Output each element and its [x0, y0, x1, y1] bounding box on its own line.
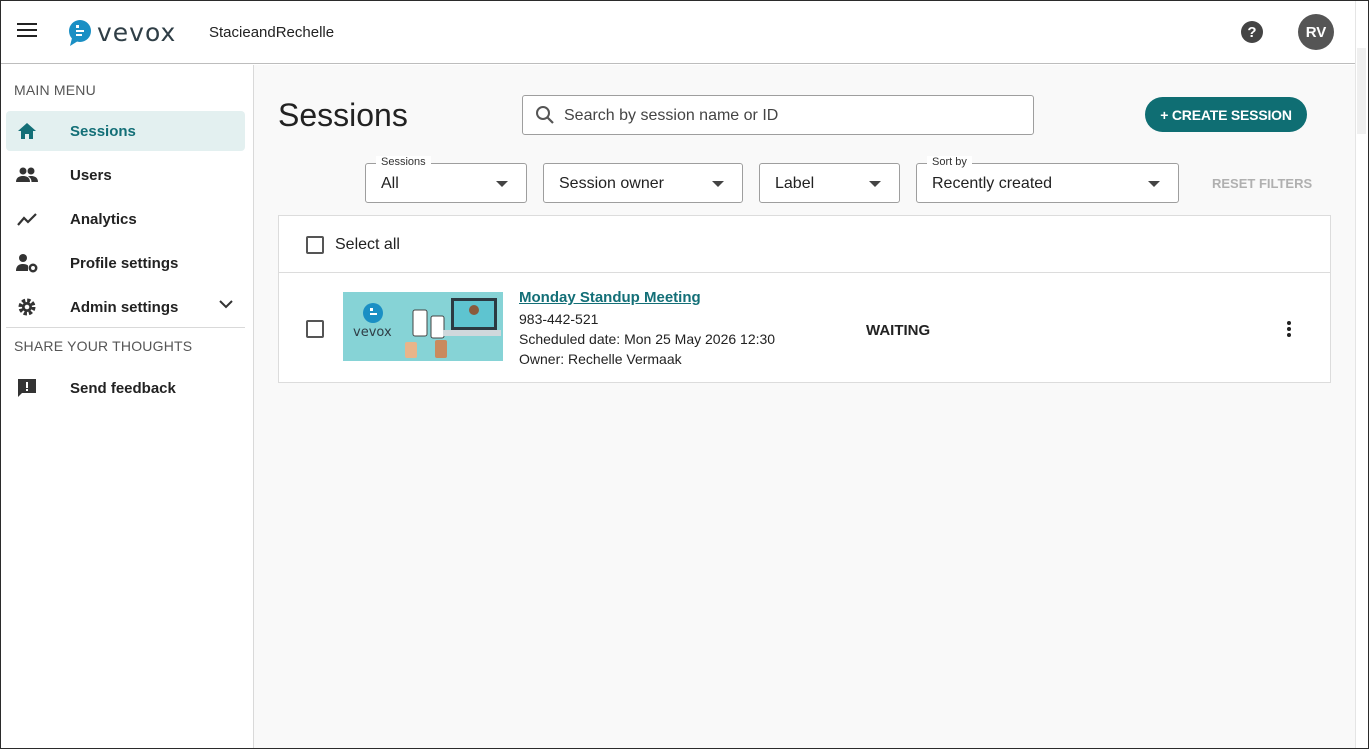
session-thumbnail[interactable]: vevox — [343, 292, 503, 361]
select-all-label: Select all — [335, 236, 400, 253]
dropdown-arrow-icon — [869, 181, 881, 187]
sidebar-item-label: Analytics — [70, 210, 137, 228]
page-title: Sessions — [278, 97, 408, 133]
status-badge: WAITING — [866, 322, 931, 339]
sidebar-item-label: Send feedback — [70, 379, 176, 397]
analytics-icon — [16, 208, 38, 230]
top-header: vevox StacieandRechelle ? RV — [1, 1, 1355, 64]
main-content: Sessions + CREATE SESSION Sessions All S… — [254, 65, 1355, 748]
users-icon — [16, 164, 38, 186]
select-all-checkbox[interactable] — [306, 236, 324, 254]
session-scheduled-date: Scheduled date: Mon 25 May 2026 12:30 — [519, 331, 776, 347]
sidebar-item-analytics[interactable]: Analytics — [6, 199, 245, 239]
gear-icon — [16, 296, 38, 318]
sessions-filter[interactable]: Sessions All — [365, 156, 527, 203]
search-input[interactable] — [564, 105, 1024, 127]
sidebar-item-label: Sessions — [70, 122, 136, 140]
sidebar: MAIN MENU Sessions Users Analytics Profi… — [1, 65, 254, 748]
home-icon — [16, 120, 38, 142]
search-icon — [536, 106, 554, 124]
session-id: 983-442-521 — [519, 311, 599, 327]
sort-by-label: Sort by — [927, 156, 972, 168]
vevox-logo-icon — [69, 19, 91, 46]
sort-by-select[interactable]: Sort by Recently created — [916, 156, 1179, 203]
sidebar-item-admin-settings[interactable]: Admin settings — [6, 287, 245, 327]
thumbnail-wordmark: vevox — [353, 325, 392, 340]
search-box[interactable] — [522, 95, 1034, 135]
vevox-logo[interactable]: vevox — [67, 18, 176, 47]
sidebar-item-label: Admin settings — [70, 298, 179, 316]
help-icon[interactable]: ? — [1241, 21, 1263, 43]
chevron-down-icon[interactable] — [219, 300, 233, 309]
menu-icon[interactable] — [17, 23, 37, 39]
scrollbar-thumb[interactable] — [1357, 48, 1366, 134]
session-list: Select all vevox Monday Standup Meeting … — [278, 215, 1331, 383]
session-owner-filter[interactable]: Session owner — [543, 163, 743, 203]
sessions-filter-label: Sessions — [376, 156, 431, 168]
sidebar-item-sessions[interactable]: Sessions — [6, 111, 245, 151]
session-owner-filter-value: Session owner — [559, 175, 664, 192]
sort-by-value: Recently created — [932, 175, 1053, 192]
sidebar-item-users[interactable]: Users — [6, 155, 245, 195]
select-all-row: Select all — [279, 216, 1330, 273]
profile-settings-icon — [16, 252, 38, 274]
reset-filters-button[interactable]: RESET FILTERS — [1212, 176, 1312, 191]
create-session-button[interactable]: + CREATE SESSION — [1145, 97, 1307, 132]
session-thumbnail-image: vevox — [343, 292, 503, 361]
logo-wordmark: vevox — [97, 18, 177, 47]
share-thoughts-title: SHARE YOUR THOUGHTS — [14, 338, 193, 354]
session-checkbox[interactable] — [306, 320, 324, 338]
sidebar-item-label: Profile settings — [70, 254, 179, 272]
dropdown-arrow-icon — [712, 181, 724, 187]
more-options-icon[interactable] — [1279, 319, 1299, 339]
sidebar-item-profile-settings[interactable]: Profile settings — [6, 243, 245, 283]
sidebar-item-label: Users — [70, 166, 112, 184]
table-row[interactable]: vevox Monday Standup Meeting 983-442-521… — [279, 273, 1330, 382]
sidebar-item-send-feedback[interactable]: Send feedback — [6, 368, 245, 408]
label-filter-value: Label — [775, 175, 815, 192]
avatar[interactable]: RV — [1298, 14, 1334, 50]
session-owner: Owner: Rechelle Vermaak — [519, 351, 682, 367]
dropdown-arrow-icon — [496, 181, 508, 187]
session-title-link[interactable]: Monday Standup Meeting — [519, 289, 701, 306]
organisation-name: StacieandRechelle — [209, 24, 335, 41]
main-menu-title: MAIN MENU — [14, 82, 96, 98]
sessions-filter-value: All — [381, 175, 399, 192]
sidebar-divider — [6, 327, 245, 328]
label-filter[interactable]: Label — [759, 163, 900, 203]
dropdown-arrow-icon — [1148, 181, 1160, 187]
feedback-icon — [16, 377, 38, 399]
